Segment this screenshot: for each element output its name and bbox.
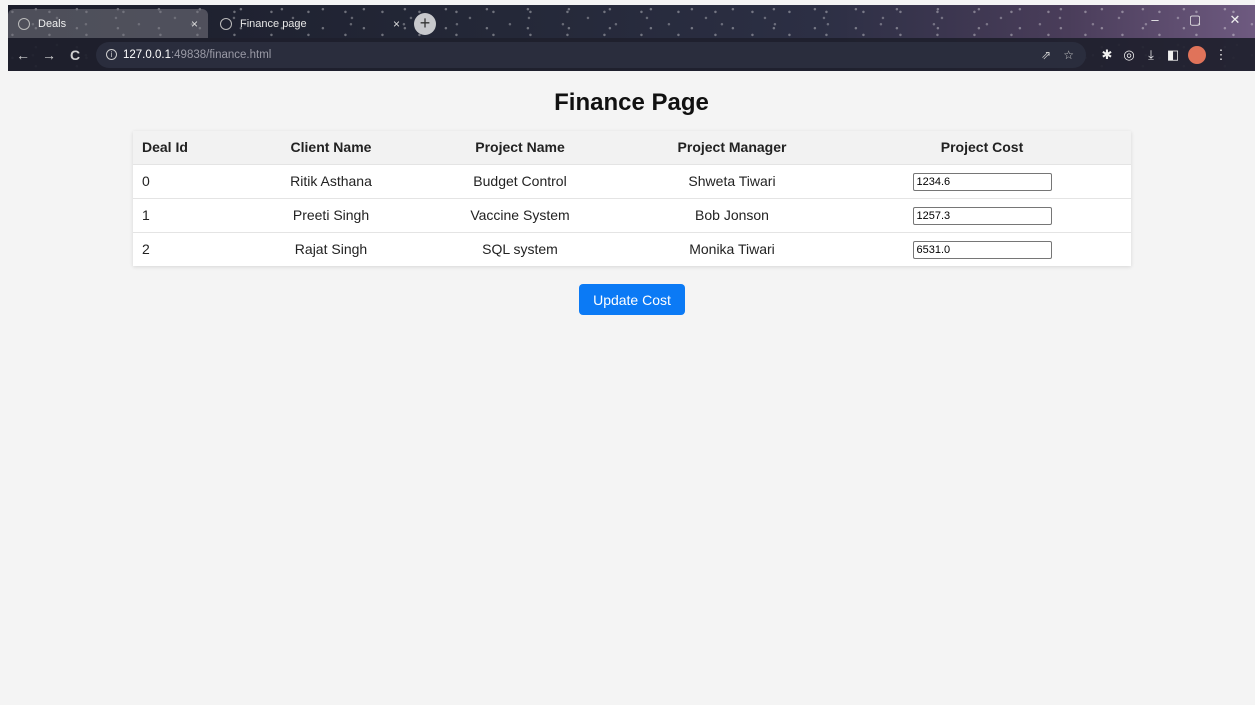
project-cost-input[interactable] <box>912 240 1052 259</box>
forward-icon[interactable]: → <box>38 47 60 63</box>
menu-icon[interactable]: ⋮ <box>1210 47 1232 63</box>
tab-title: Deals <box>38 17 67 30</box>
reload-icon[interactable]: C <box>64 47 86 63</box>
deal-id-cell: 1 <box>133 197 253 232</box>
project-manager-cell: Monika Tiwari <box>631 231 833 266</box>
avatar[interactable] <box>1188 45 1206 64</box>
globe-icon <box>220 17 232 30</box>
finance-page: Finance Page Deal Id Client Name Project… <box>8 71 1255 705</box>
update-cost-button[interactable]: Update Cost <box>579 284 685 315</box>
project-cost-cell <box>833 231 1131 266</box>
table-header-row: Deal Id Client Name Project Name Project… <box>133 131 1131 164</box>
project-cost-input[interactable] <box>912 206 1052 225</box>
project-name-cell: Vaccine System <box>409 197 631 232</box>
column-header-project-cost: Project Cost <box>833 131 1131 164</box>
tab-title: Finance page <box>240 17 307 30</box>
tab-finance-page[interactable]: Finance page × <box>210 9 410 38</box>
project-manager-cell: Shweta Tiwari <box>631 163 833 198</box>
client-name-cell: Rajat Singh <box>253 231 409 266</box>
back-icon[interactable]: ← <box>12 47 34 63</box>
deals-table: Deal Id Client Name Project Name Project… <box>133 131 1131 266</box>
browser-chrome: Deals × Finance page × + – ▢ ✕ ← → C i 1… <box>8 5 1255 71</box>
info-icon[interactable]: i <box>106 49 117 60</box>
project-name-cell: Budget Control <box>409 163 631 198</box>
close-tab-icon[interactable]: × <box>191 17 198 31</box>
column-header-deal-id: Deal Id <box>133 131 253 164</box>
window-controls: – ▢ ✕ <box>1135 5 1255 35</box>
tab-deals[interactable]: Deals × <box>8 9 208 38</box>
browser-toolbar: ← → C i 127.0.0.1 :49838/finance.html ⇗ … <box>8 38 1255 71</box>
tab-strip: Deals × Finance page × + – ▢ ✕ <box>8 5 1255 38</box>
project-cost-input[interactable] <box>912 172 1052 191</box>
project-name-cell: SQL system <box>409 231 631 266</box>
deal-id-cell: 0 <box>133 163 253 198</box>
maximize-icon[interactable]: ▢ <box>1175 5 1215 35</box>
project-cost-cell <box>833 197 1131 232</box>
client-name-cell: Preeti Singh <box>253 197 409 232</box>
project-manager-cell: Bob Jonson <box>631 197 833 232</box>
page-title: Finance Page <box>554 89 709 116</box>
globe-icon <box>18 17 30 30</box>
bookmark-star-icon[interactable]: ☆ <box>1063 48 1074 62</box>
close-window-icon[interactable]: ✕ <box>1215 5 1255 35</box>
column-header-project-name: Project Name <box>409 131 631 164</box>
address-bar[interactable]: i 127.0.0.1 :49838/finance.html ⇗ ☆ <box>96 41 1086 68</box>
download-icon[interactable]: ⤓ <box>1140 47 1162 63</box>
url-host: 127.0.0.1 <box>123 48 171 61</box>
toolbar-icons: ✱ ◎ ⤓ ◧ ⋮ <box>1096 45 1232 64</box>
column-header-project-manager: Project Manager <box>631 131 833 164</box>
share-icon[interactable]: ⇗ <box>1041 48 1051 62</box>
media-icon[interactable]: ◎ <box>1118 47 1140 63</box>
url-path: :49838/finance.html <box>170 48 272 61</box>
column-header-client-name: Client Name <box>253 131 409 164</box>
side-panel-icon[interactable]: ◧ <box>1162 47 1184 63</box>
close-tab-icon[interactable]: × <box>393 17 400 31</box>
project-cost-cell <box>833 163 1131 198</box>
table-row: 1 Preeti Singh Vaccine System Bob Jonson <box>133 197 1131 232</box>
minimize-icon[interactable]: – <box>1135 5 1175 35</box>
deal-id-cell: 2 <box>133 231 253 266</box>
table-row: 2 Rajat Singh SQL system Monika Tiwari <box>133 231 1131 266</box>
client-name-cell: Ritik Asthana <box>253 163 409 198</box>
table-row: 0 Ritik Asthana Budget Control Shweta Ti… <box>133 163 1131 198</box>
new-tab-button[interactable]: + <box>414 13 436 35</box>
extensions-icon[interactable]: ✱ <box>1096 47 1118 63</box>
